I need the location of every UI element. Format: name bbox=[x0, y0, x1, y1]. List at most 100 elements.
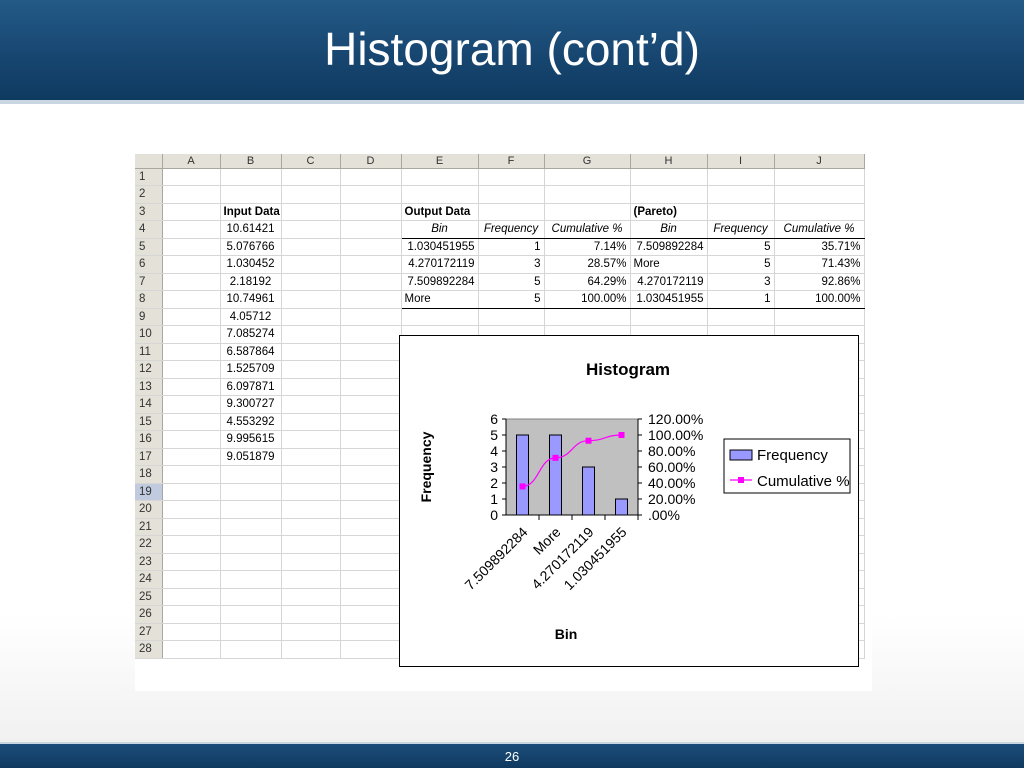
row-header-11[interactable]: 11 bbox=[135, 343, 163, 361]
cell[interactable] bbox=[220, 553, 282, 571]
cell[interactable] bbox=[162, 203, 221, 221]
row-header-26[interactable]: 26 bbox=[135, 605, 163, 624]
output-table-cell[interactable]: 100.00% bbox=[544, 290, 631, 309]
input-data-cell[interactable]: 7.085274 bbox=[220, 325, 282, 344]
row-header-8[interactable]: 8 bbox=[135, 290, 163, 309]
cell[interactable] bbox=[281, 465, 341, 484]
cell[interactable] bbox=[630, 308, 708, 326]
cell[interactable] bbox=[340, 640, 402, 659]
input-data-cell[interactable]: 9.300727 bbox=[220, 395, 282, 414]
cell[interactable] bbox=[281, 623, 341, 641]
cell[interactable] bbox=[281, 588, 341, 606]
input-data-header[interactable]: Input Data bbox=[220, 203, 282, 221]
cell[interactable] bbox=[220, 570, 282, 589]
cell[interactable] bbox=[162, 623, 221, 641]
cell[interactable] bbox=[162, 238, 221, 256]
row-header-19[interactable]: 19 bbox=[135, 483, 163, 501]
output-table-cell[interactable]: 1.030451955 bbox=[401, 238, 479, 256]
cell[interactable] bbox=[281, 325, 341, 344]
row-header-10[interactable]: 10 bbox=[135, 325, 163, 344]
output-table-cell[interactable]: More bbox=[630, 255, 708, 274]
input-data-cell[interactable]: 6.097871 bbox=[220, 378, 282, 396]
histogram-chart[interactable]: Histogram 0 1 2 3 4 5 6 .00% 20.00% 40.00% 60.00% 80… bbox=[399, 335, 859, 667]
column-header-f[interactable]: F bbox=[478, 154, 545, 169]
cell[interactable] bbox=[340, 588, 402, 606]
row-header-13[interactable]: 13 bbox=[135, 378, 163, 396]
output-table-cell[interactable]: 3 bbox=[478, 255, 545, 274]
cell[interactable] bbox=[281, 553, 341, 571]
cell[interactable] bbox=[162, 570, 221, 589]
cell[interactable] bbox=[162, 588, 221, 606]
pareto-header[interactable]: (Pareto) bbox=[630, 203, 708, 221]
cell[interactable] bbox=[281, 185, 341, 204]
input-data-cell[interactable]: 1.525709 bbox=[220, 360, 282, 379]
output-table-cell[interactable]: 100.00% bbox=[774, 290, 865, 309]
cell[interactable] bbox=[401, 308, 479, 326]
cell[interactable] bbox=[220, 465, 282, 484]
row-header-23[interactable]: 23 bbox=[135, 553, 163, 571]
output-table-cell[interactable]: 3 bbox=[707, 273, 775, 291]
column-header-b[interactable]: B bbox=[220, 154, 282, 169]
cell[interactable] bbox=[478, 168, 545, 186]
output-data-header[interactable]: Output Data bbox=[401, 203, 479, 221]
cell[interactable] bbox=[340, 395, 402, 414]
cell[interactable] bbox=[340, 360, 402, 379]
cell[interactable] bbox=[707, 203, 775, 221]
cell[interactable] bbox=[281, 413, 341, 431]
input-data-cell[interactable]: 9.995615 bbox=[220, 430, 282, 449]
cell[interactable] bbox=[340, 325, 402, 344]
cell[interactable] bbox=[281, 395, 341, 414]
cell[interactable] bbox=[478, 203, 545, 221]
row-header-6[interactable]: 6 bbox=[135, 255, 163, 274]
cell[interactable] bbox=[281, 570, 341, 589]
cell[interactable] bbox=[281, 448, 341, 466]
cell[interactable] bbox=[162, 168, 221, 186]
column-header-h[interactable]: H bbox=[630, 154, 708, 169]
input-data-cell[interactable]: 4.05712 bbox=[220, 308, 282, 326]
cell[interactable] bbox=[162, 378, 221, 396]
input-data-cell[interactable]: 2.18192 bbox=[220, 273, 282, 291]
cell[interactable] bbox=[281, 203, 341, 221]
column-header-i[interactable]: I bbox=[707, 154, 775, 169]
row-header-4[interactable]: 4 bbox=[135, 220, 163, 239]
cell[interactable] bbox=[220, 518, 282, 536]
output-table-cell[interactable]: 35.71% bbox=[774, 238, 865, 256]
cell[interactable] bbox=[162, 360, 221, 379]
row-header-21[interactable]: 21 bbox=[135, 518, 163, 536]
cell[interactable] bbox=[340, 553, 402, 571]
cell[interactable] bbox=[774, 185, 865, 204]
cell[interactable] bbox=[162, 483, 221, 501]
cell[interactable] bbox=[340, 168, 402, 186]
cell[interactable] bbox=[281, 220, 341, 239]
output-table-cell[interactable]: 5 bbox=[707, 238, 775, 256]
cell[interactable] bbox=[162, 413, 221, 431]
input-data-cell[interactable]: 4.553292 bbox=[220, 413, 282, 431]
cell[interactable] bbox=[281, 238, 341, 256]
cell[interactable] bbox=[281, 430, 341, 449]
output-table-cell[interactable]: 71.43% bbox=[774, 255, 865, 274]
input-data-cell[interactable]: 10.61421 bbox=[220, 220, 282, 239]
cell[interactable] bbox=[162, 325, 221, 344]
cell[interactable] bbox=[774, 308, 865, 326]
cell[interactable] bbox=[162, 640, 221, 659]
cell[interactable] bbox=[340, 255, 402, 274]
cell[interactable] bbox=[162, 255, 221, 274]
row-header-27[interactable]: 27 bbox=[135, 623, 163, 641]
output-table-cell[interactable]: 1.030451955 bbox=[630, 290, 708, 309]
cell[interactable] bbox=[162, 518, 221, 536]
output-table-cell[interactable]: 7.14% bbox=[544, 238, 631, 256]
input-data-cell[interactable]: 6.587864 bbox=[220, 343, 282, 361]
column-header-a[interactable]: A bbox=[162, 154, 221, 169]
output-table-header[interactable]: Cumulative % bbox=[544, 220, 631, 239]
cell[interactable] bbox=[340, 483, 402, 501]
row-header-12[interactable]: 12 bbox=[135, 360, 163, 379]
cell[interactable] bbox=[281, 640, 341, 659]
cell[interactable] bbox=[162, 448, 221, 466]
cell[interactable] bbox=[220, 535, 282, 554]
row-header-9[interactable]: 9 bbox=[135, 308, 163, 326]
cell[interactable] bbox=[340, 605, 402, 624]
row-header-5[interactable]: 5 bbox=[135, 238, 163, 256]
output-table-cell[interactable]: 5 bbox=[478, 273, 545, 291]
cell[interactable] bbox=[340, 378, 402, 396]
cell[interactable] bbox=[478, 185, 545, 204]
